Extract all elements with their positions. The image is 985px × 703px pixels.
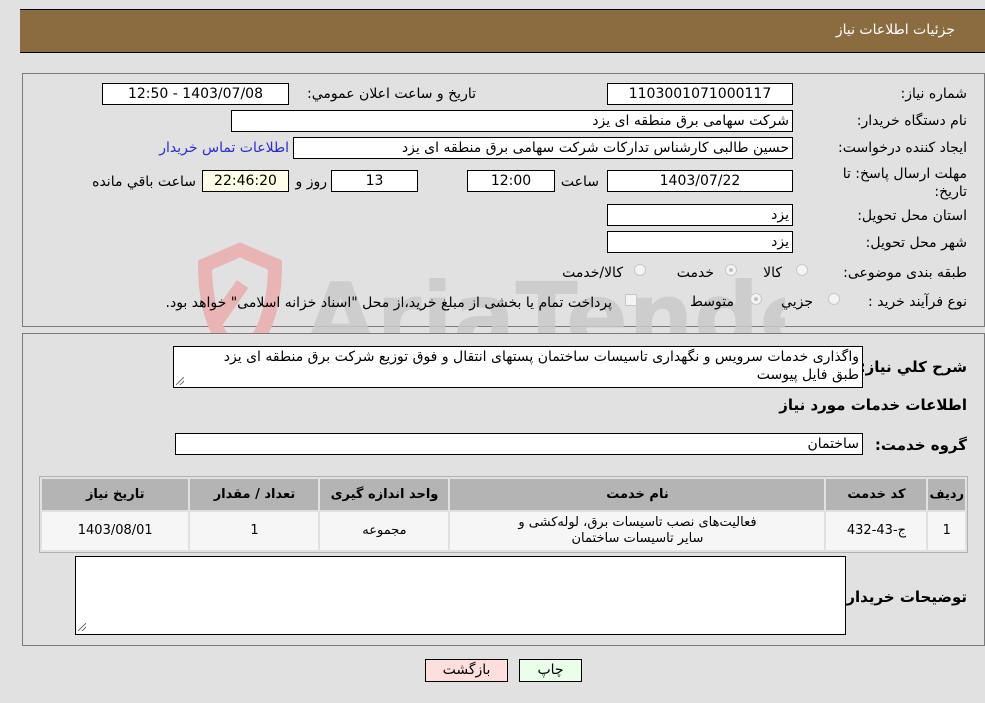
col-quantity: تعداد / مقدار bbox=[190, 479, 319, 510]
purchase-medium-label: متوسط bbox=[690, 294, 734, 310]
treasury-note: پرداخت تمام یا بخشی از مبلغ خرید،از محل … bbox=[165, 295, 612, 311]
cell-service-code: ج-43-432 bbox=[826, 512, 927, 550]
cell-unit: مجموعه bbox=[320, 512, 449, 550]
description-label: شرح کلي نیاز: bbox=[859, 358, 967, 376]
cell-quantity: 1 bbox=[190, 512, 319, 550]
service-group-label: گروه خدمت: bbox=[874, 436, 967, 454]
deadline-time-label: ساعت bbox=[560, 174, 599, 190]
city-label: شهر محل تحویل: bbox=[865, 235, 967, 251]
description-textarea[interactable]: واگذاری خدمات سرویس و نگهداری تاسیسات سا… bbox=[173, 346, 863, 388]
province-field[interactable]: یزد bbox=[607, 204, 793, 226]
buyer-contact-link[interactable]: اطلاعات تماس خریدار bbox=[159, 140, 289, 156]
table-row: 1 ج-43-432 فعالیت‌های نصب تاسیسات برق، ل… bbox=[42, 512, 965, 550]
page-title: جزئیات اطلاعات نیاز bbox=[835, 22, 955, 38]
category-service-label: خدمت bbox=[676, 265, 714, 281]
deadline-date-field[interactable]: 1403/07/22 bbox=[607, 170, 793, 192]
cell-need-date: 1403/08/01 bbox=[42, 512, 189, 550]
resize-grip-icon[interactable] bbox=[176, 377, 184, 385]
service-group-field[interactable]: ساختمان bbox=[175, 433, 863, 455]
back-button[interactable]: بازگشت bbox=[425, 659, 508, 682]
buyer-org-label: نام دستگاه خریدار: bbox=[856, 113, 967, 129]
category-radio-service[interactable] bbox=[725, 264, 737, 276]
col-service-code: کد خدمت bbox=[826, 479, 927, 510]
buyer-org-field[interactable]: شرکت سهامی برق منطقه ای یزد bbox=[231, 110, 793, 132]
province-label: استان محل تحویل: bbox=[857, 208, 967, 224]
print-button[interactable]: چاپ bbox=[519, 659, 582, 682]
buyer-notes-label: توضیحات خریدار: bbox=[840, 588, 967, 606]
category-radio-goods-service[interactable] bbox=[634, 264, 646, 276]
page-header: جزئیات اطلاعات نیاز bbox=[20, 9, 985, 53]
services-table-wrap: ردیف کد خدمت نام خدمت واحد اندازه گیری ت… bbox=[39, 476, 968, 553]
services-table: ردیف کد خدمت نام خدمت واحد اندازه گیری ت… bbox=[40, 477, 967, 552]
deadline-label: مهلت ارسال پاسخ: تا تاریخ: bbox=[842, 166, 967, 200]
buyer-notes-resize-grip-icon[interactable] bbox=[78, 623, 86, 631]
remaining-days-field[interactable]: 13 bbox=[331, 170, 418, 192]
purchase-radio-minor[interactable] bbox=[828, 293, 840, 305]
cell-service-name: فعالیت‌های نصب تاسیسات برق، لوله‌کشی و س… bbox=[450, 512, 825, 550]
category-label: طبقه بندی موضوعی: bbox=[843, 265, 967, 281]
description-line-1: واگذاری خدمات سرویس و نگهداری تاسیسات سا… bbox=[223, 349, 859, 365]
purchase-type-label: نوع فرآیند خرید : bbox=[868, 294, 967, 310]
requester-label: ایجاد کننده درخواست: bbox=[838, 140, 967, 156]
city-field[interactable]: یزد bbox=[607, 231, 793, 253]
days-label: روز و bbox=[295, 174, 328, 190]
col-row-number: ردیف bbox=[928, 479, 965, 510]
purchase-radio-medium[interactable] bbox=[750, 293, 762, 305]
services-section-title: اطلاعات خدمات مورد نیاز bbox=[779, 396, 967, 414]
need-number-field[interactable]: 1103001071000117 bbox=[607, 83, 793, 105]
purchase-minor-label: جزيي bbox=[781, 294, 813, 310]
announce-datetime-label: تاریخ و ساعت اعلان عمومي: bbox=[307, 86, 476, 102]
category-radio-goods[interactable] bbox=[796, 264, 808, 276]
announce-datetime-field[interactable]: 1403/07/08 - 12:50 bbox=[102, 83, 289, 105]
remaining-time-field[interactable]: 22:46:20 bbox=[202, 170, 289, 192]
requester-field[interactable]: حسین طالبی کارشناس تدارکات شرکت سهامی بر… bbox=[293, 137, 793, 159]
col-need-date: تاریخ نیاز bbox=[42, 479, 189, 510]
col-unit: واحد اندازه گیری bbox=[320, 479, 449, 510]
treasury-checkbox[interactable] bbox=[625, 294, 637, 306]
category-goods-service-label: کالا/خدمت bbox=[562, 265, 623, 281]
cell-row-number: 1 bbox=[928, 512, 965, 550]
need-number-label: شماره نیاز: bbox=[900, 86, 968, 102]
buyer-notes-textarea[interactable] bbox=[75, 556, 846, 635]
col-service-name: نام خدمت bbox=[450, 479, 825, 510]
description-line-2: طبق فایل پیوست bbox=[756, 367, 859, 383]
category-goods-label: کالا bbox=[763, 265, 782, 281]
deadline-time-field[interactable]: 12:00 bbox=[467, 170, 555, 192]
table-header-row: ردیف کد خدمت نام خدمت واحد اندازه گیری ت… bbox=[42, 479, 965, 510]
remaining-time-label: ساعت باقي مانده bbox=[92, 174, 196, 190]
